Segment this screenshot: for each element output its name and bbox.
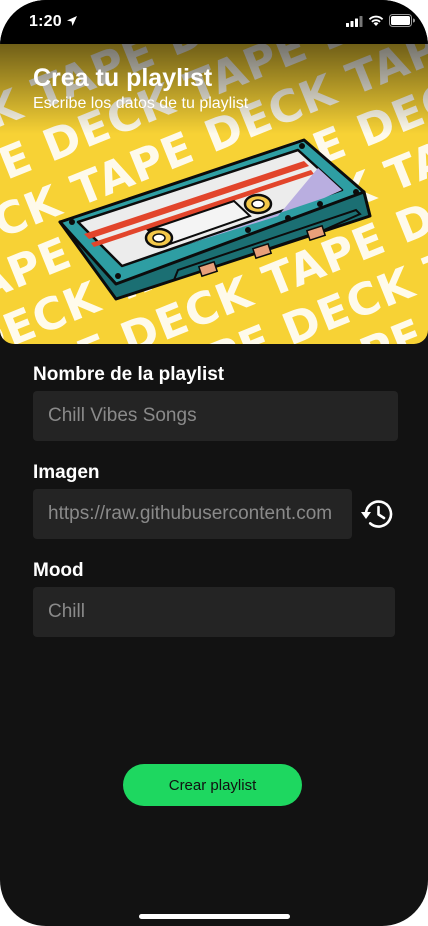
status-bar: 1:20: [0, 0, 428, 44]
history-icon: [361, 500, 393, 528]
status-time: 1:20: [29, 13, 62, 30]
playlist-name-input[interactable]: [33, 391, 398, 441]
battery-icon: [389, 14, 415, 27]
cellular-signal-icon: [346, 16, 363, 27]
image-url-input[interactable]: [33, 489, 352, 539]
page-title: Crea tu playlist: [33, 64, 213, 92]
hero-banner: DECK TAPE DECK TAPE DECK TAPE DECK TAPE …: [0, 44, 428, 344]
mood-input[interactable]: [33, 587, 395, 637]
wifi-icon: [368, 15, 384, 26]
image-label: Imagen: [33, 462, 100, 483]
playlist-name-label: Nombre de la playlist: [33, 364, 225, 385]
location-arrow-icon: [67, 16, 77, 26]
create-playlist-button[interactable]: Crear playlist: [123, 764, 302, 806]
cassette-tape-illustration: [58, 138, 372, 301]
history-button[interactable]: [358, 494, 398, 534]
phone-screen: 1:20 DECK TAPE DECK TAPE DECK TAPE DECK …: [0, 0, 428, 926]
page-subtitle: Escribe los datos de tu playlist: [33, 95, 249, 112]
mood-label: Mood: [33, 560, 84, 581]
home-indicator: [139, 914, 290, 919]
